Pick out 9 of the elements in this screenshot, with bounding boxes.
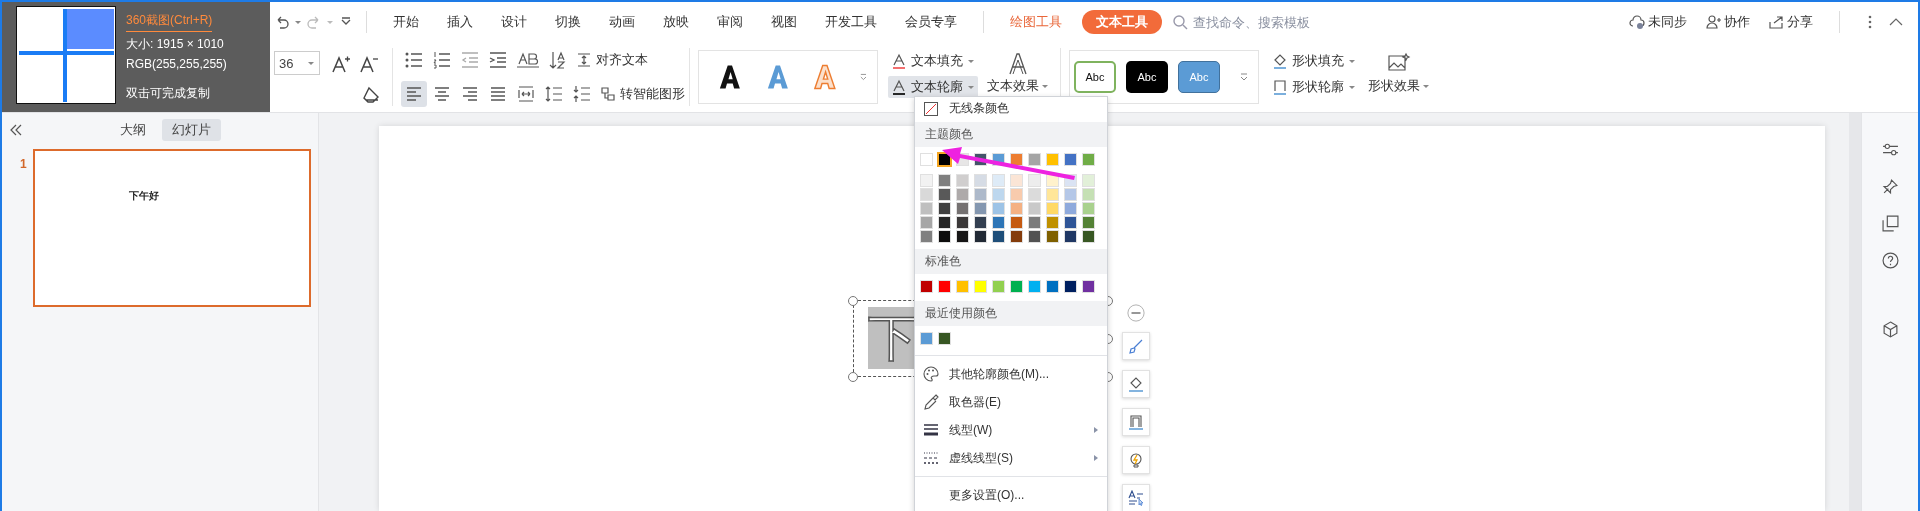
tooltip-text: 大小: 1915 × 1010 <box>126 36 225 53</box>
section-header: 标准色 <box>915 249 1107 274</box>
tooltip-title: 360截图(Ctrl+R) <box>126 12 213 32</box>
section-header: 最近使用颜色 <box>915 301 1107 326</box>
section-header: 主题颜色 <box>915 122 1107 147</box>
tooltip-text: 双击可完成复制 <box>126 85 211 102</box>
tooltip-text: RGB(255,255,255) <box>126 57 227 71</box>
slide-number: 1 <box>20 157 27 173</box>
slide-title: 下午好 <box>128 189 159 203</box>
